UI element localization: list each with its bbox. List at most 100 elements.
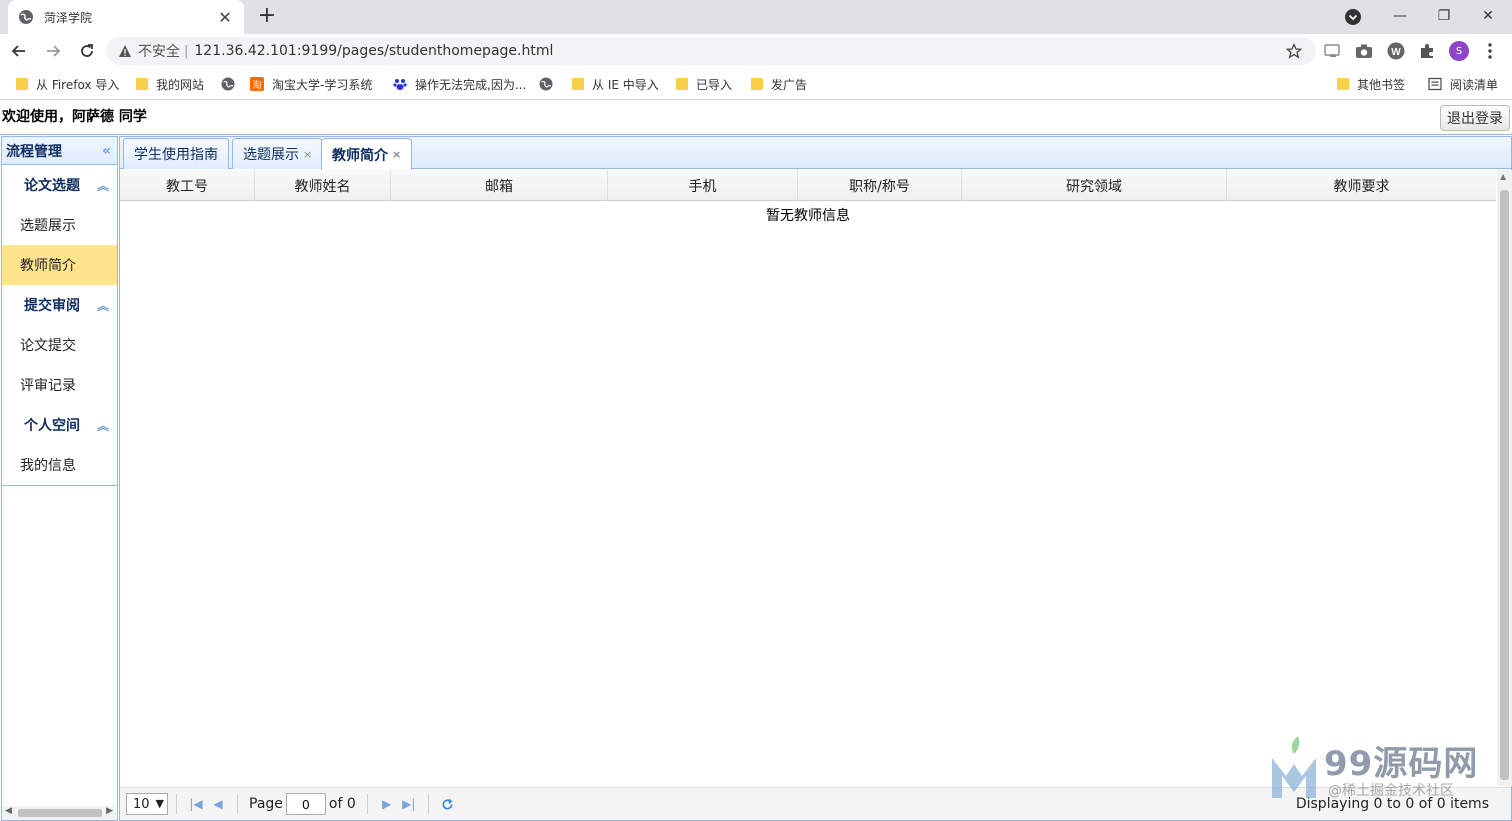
west-nav-panel: 流程管理 « 论文选题 ︽ 选题展示 教师简介 提交审阅 ︽ 论文提交 评审记录… [1, 136, 118, 821]
menu-item-my-info[interactable]: 我的信息 [2, 445, 117, 485]
refresh-icon[interactable] [437, 793, 459, 815]
forward-button[interactable] [38, 36, 68, 66]
bookmark-item[interactable]: 发广告 [751, 75, 807, 93]
accordion-header-thesis-topic[interactable]: 论文选题 ︽ [2, 165, 117, 205]
kebab-menu-icon[interactable] [1480, 41, 1500, 61]
nav-horizontal-scrollbar[interactable]: ◀ ▶ [2, 806, 116, 820]
page-number-input[interactable] [285, 793, 326, 815]
nav-panel-title: 流程管理 [6, 143, 62, 160]
minimize-window-icon[interactable]: — [1378, 0, 1422, 32]
folder-icon [751, 78, 763, 90]
accordion-title: 论文选题 [24, 178, 80, 194]
last-page-icon[interactable]: ▶| [398, 793, 420, 815]
accordion-header-submit-review[interactable]: 提交审阅 ︽ [2, 285, 117, 325]
globe-icon [221, 77, 235, 91]
cast-icon[interactable] [1323, 41, 1343, 61]
bookmark-item[interactable]: 淘 淘宝大学-学习系统 [250, 75, 372, 93]
menu-item-topic-display[interactable]: 选题展示 [2, 205, 117, 245]
bookmark-item[interactable] [221, 75, 243, 93]
accordion-title: 提交审阅 [24, 298, 80, 314]
back-button[interactable] [4, 36, 34, 66]
profile-avatar[interactable]: S [1449, 41, 1469, 61]
chevron-down-icon: ▼ [155, 797, 164, 810]
bookmark-label: 操作无法完成,因为... [415, 77, 527, 92]
reading-list-label: 阅读清单 [1450, 77, 1499, 92]
bookmark-item[interactable]: 我的网站 [136, 75, 204, 93]
previous-page-icon[interactable]: ◀ [207, 793, 229, 815]
browser-tab-title: 菏泽学院 [44, 10, 93, 25]
insecure-label: 不安全 [138, 44, 180, 60]
scrollbar-thumb[interactable] [1500, 190, 1509, 780]
reload-button[interactable] [72, 36, 102, 66]
bookmark-item[interactable]: 从 Firefox 导入 [16, 75, 119, 93]
baidu-icon [393, 79, 407, 90]
column-header-staff-id[interactable]: 教工号 [120, 170, 255, 201]
close-tab-icon[interactable]: ✕ [216, 8, 234, 27]
w-extension-icon[interactable]: W [1386, 41, 1406, 61]
pager-separator [427, 794, 429, 814]
browser-toolbar: 不安全 | 121.36.42.101:9199/pages/studentho… [0, 34, 1512, 68]
tab-student-guide[interactable]: 学生使用指南 [123, 138, 229, 169]
bookmark-label: 淘宝大学-学习系统 [272, 77, 373, 92]
close-tab-icon[interactable]: × [392, 148, 401, 161]
column-header-title[interactable]: 职称/称号 [798, 170, 962, 201]
scroll-left-icon[interactable]: ◀ [5, 806, 12, 816]
first-page-icon[interactable]: |◀ [185, 793, 207, 815]
svg-text:W: W [1391, 47, 1401, 58]
scroll-right-icon[interactable]: ▶ [106, 806, 113, 816]
camera-icon[interactable] [1354, 41, 1374, 61]
close-window-icon[interactable]: ✕ [1466, 0, 1510, 32]
collapse-panel-icon[interactable]: « [102, 143, 111, 159]
bookmark-star-icon[interactable] [1286, 43, 1302, 59]
chevron-up-icon[interactable]: ︽ [97, 297, 109, 314]
bookmark-label: 已导入 [696, 77, 733, 92]
other-bookmarks[interactable]: 其他书签 [1337, 75, 1405, 93]
new-tab-button[interactable]: + [255, 5, 279, 29]
folder-icon [1337, 78, 1349, 90]
bookmark-item[interactable] [539, 75, 561, 93]
reload-icon [81, 44, 93, 57]
column-header-phone[interactable]: 手机 [608, 170, 798, 201]
page-size-select[interactable]: 10 ▼ [126, 793, 168, 815]
accordion-header-personal-space[interactable]: 个人空间 ︽ [2, 405, 117, 445]
arrow-right-icon [47, 45, 61, 57]
url-text: 121.36.42.101:9199/pages/studenthomepage… [194, 43, 554, 59]
tab-search-icon[interactable] [1344, 8, 1362, 26]
menu-item-thesis-submit[interactable]: 论文提交 [2, 325, 117, 365]
address-separator: | [184, 43, 189, 59]
pager-separator [176, 794, 177, 814]
bookmark-item[interactable]: 已导入 [676, 75, 732, 93]
folder-icon [676, 78, 688, 90]
puzzle-extensions-icon[interactable] [1417, 41, 1437, 61]
bookmark-item[interactable]: 从 IE 中导入 [572, 75, 659, 93]
bookmark-item[interactable]: 操作无法完成,因为... [393, 75, 526, 93]
chevron-up-icon[interactable]: ︽ [97, 417, 109, 434]
tab-teacher-intro[interactable]: 教师简介 × [321, 138, 413, 170]
folder-icon [136, 78, 148, 90]
column-header-teacher-requirements[interactable]: 教师要求 [1227, 170, 1496, 201]
scrollbar-thumb[interactable] [18, 809, 102, 817]
menu-item-review-records[interactable]: 评审记录 [2, 365, 117, 405]
grid-vertical-scrollbar[interactable]: ▲ [1497, 170, 1512, 786]
menu-item-teacher-intro[interactable]: 教师简介 [2, 245, 117, 285]
column-header-email[interactable]: 邮箱 [391, 170, 608, 201]
tab-label: 教师简介 [332, 147, 388, 164]
reading-list[interactable]: 阅读清单 [1428, 75, 1498, 93]
browser-tabstrip: 菏泽学院 ✕ + — ❐ ✕ [0, 0, 1512, 34]
column-header-teacher-name[interactable]: 教师姓名 [255, 170, 391, 201]
logout-button[interactable]: 退出登录 [1440, 105, 1510, 131]
scroll-up-icon[interactable]: ▲ [1500, 172, 1506, 181]
chevron-up-icon[interactable]: ︽ [97, 177, 109, 194]
tab-label: 选题展示 [243, 147, 299, 163]
browser-tab[interactable]: 菏泽学院 ✕ [8, 0, 244, 34]
bookmark-label: 从 Firefox 导入 [36, 77, 120, 92]
page-label: Page [249, 796, 283, 812]
globe-icon [19, 10, 33, 24]
address-bar[interactable]: 不安全 | 121.36.42.101:9199/pages/studentho… [106, 37, 1316, 65]
nav-panel-header: 流程管理 « [2, 137, 117, 165]
close-tab-icon[interactable]: × [303, 148, 312, 161]
next-page-icon[interactable]: ▶ [376, 793, 398, 815]
restore-window-icon[interactable]: ❐ [1422, 0, 1466, 32]
column-header-research-field[interactable]: 研究领域 [962, 170, 1227, 201]
tab-topic-display[interactable]: 选题展示 × [232, 138, 324, 169]
